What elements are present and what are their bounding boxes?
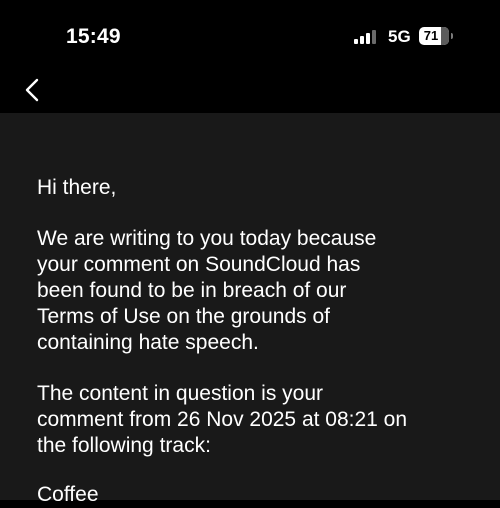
message-paragraph-2: The content in question is your comment … <box>37 382 408 457</box>
network-type: 5G <box>388 27 411 46</box>
status-time: 15:49 <box>66 25 121 48</box>
message-paragraph-1: We are writing to you today because your… <box>37 227 377 354</box>
back-button[interactable] <box>18 74 50 106</box>
cellular-signal-icon <box>354 30 378 44</box>
battery-level: 71 <box>423 28 439 43</box>
message-body: Hi there, We are writing to you today be… <box>0 113 500 506</box>
navigation-bar <box>0 70 500 113</box>
greeting-text: Hi there, <box>37 176 117 199</box>
battery-icon: 71 <box>419 27 449 45</box>
chevron-left-icon <box>25 78 39 102</box>
battery-nub <box>451 33 453 39</box>
track-name: Coffee <box>37 483 99 506</box>
status-bar: 15:49 5G 71 <box>0 0 500 70</box>
